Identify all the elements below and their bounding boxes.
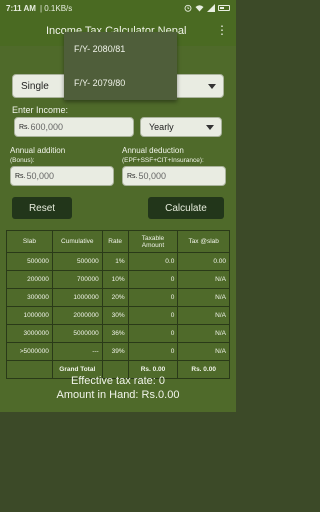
cell-taxable: 0: [127, 324, 179, 343]
header-taxable-amount: Taxable Amount: [127, 230, 179, 253]
cell-cumulative: ---: [51, 342, 103, 361]
cell-cumulative: 700000: [51, 270, 103, 289]
table-row: 3000000 5000000 36% 0 N/A: [6, 324, 230, 343]
addition-prefix: Rs.: [15, 172, 26, 180]
cell-rate: 36%: [101, 324, 129, 343]
cell-taxable: 0: [127, 306, 179, 325]
cell-cumulative: 1000000: [51, 288, 103, 307]
addition-input[interactable]: Rs. 50,000: [10, 166, 114, 186]
period-select[interactable]: Yearly: [140, 117, 222, 137]
deduction-prefix: Rs.: [127, 172, 138, 180]
cell-rate: 10%: [101, 270, 129, 289]
status-bar: 7:11 AM | 0.1KB/s: [0, 0, 236, 16]
cell-rate: 30%: [101, 306, 129, 325]
cell-taxable: 0: [127, 270, 179, 289]
fiscal-year-dropdown: F/Y- 2080/81 F/Y- 2079/80: [64, 32, 177, 100]
cell-tax: N/A: [177, 324, 230, 343]
amount-in-hand: Amount in Hand: Rs.0.00: [56, 389, 180, 401]
period-value: Yearly: [149, 122, 174, 132]
cell-rate: 20%: [101, 288, 129, 307]
fiscal-year-option[interactable]: F/Y- 2080/81: [64, 32, 177, 66]
tax-table: Slab Cumulative Rate Taxable Amount Tax …: [6, 230, 230, 379]
table-header-row: Slab Cumulative Rate Taxable Amount Tax …: [6, 230, 230, 253]
cell-slab: >5000000: [6, 342, 53, 361]
deduction-sublabel: (EPF+SSF+CIT+Insurance):: [122, 157, 204, 164]
deduction-input[interactable]: Rs. 50,000: [122, 166, 226, 186]
cell-slab: 200000: [6, 270, 53, 289]
addition-sublabel: (Bonus):: [10, 157, 35, 164]
header-tax-at-slab: Tax @slab: [177, 230, 230, 253]
chevron-down-icon: [206, 125, 214, 130]
header-slab: Slab: [6, 230, 53, 253]
fiscal-year-option[interactable]: F/Y- 2079/80: [64, 66, 177, 100]
reset-button[interactable]: Reset: [12, 197, 72, 219]
income-input[interactable]: Rs. 600,000: [14, 117, 134, 137]
cell-cumulative: 500000: [51, 252, 103, 271]
addition-label: Annual addition: [10, 146, 66, 155]
cell-slab: 300000: [6, 288, 53, 307]
cell-slab: 3000000: [6, 324, 53, 343]
table-row: 1000000 2000000 30% 0 N/A: [6, 306, 230, 325]
filing-status-value: Single: [21, 80, 49, 92]
table-row: >5000000 --- 39% 0 N/A: [6, 342, 230, 361]
cell-tax: N/A: [177, 288, 230, 307]
cell-cumulative: 2000000: [51, 306, 103, 325]
status-time: 7:11 AM: [6, 3, 36, 13]
calculator-content: Single Enter Income: Rs. 600,000 Yearly …: [0, 46, 236, 412]
table-row: 200000 700000 10% 0 N/A: [6, 270, 230, 289]
cell-tax: 0.00: [177, 252, 230, 271]
cell-taxable: 0: [127, 288, 179, 307]
wifi-icon: [195, 5, 204, 12]
chevron-down-icon: [208, 84, 216, 89]
cell-tax: N/A: [177, 270, 230, 289]
income-value: 600,000: [30, 122, 64, 132]
cell-slab: 1000000: [6, 306, 53, 325]
income-label: Enter Income:: [12, 105, 69, 115]
addition-value: 50,000: [26, 171, 55, 181]
tax-slab-table: Slab Cumulative Rate Taxable Amount Tax …: [6, 230, 230, 379]
calculate-button[interactable]: Calculate: [148, 197, 224, 219]
cell-rate: 1%: [101, 252, 129, 271]
cell-taxable: 0: [127, 342, 179, 361]
alarm-icon: [184, 4, 192, 12]
cell-tax: N/A: [177, 306, 230, 325]
deduction-label: Annual deduction: [122, 146, 184, 155]
income-prefix: Rs.: [19, 123, 30, 131]
cell-rate: 39%: [101, 342, 129, 361]
header-rate: Rate: [101, 230, 129, 253]
overflow-menu-icon[interactable]: ⋮: [216, 24, 228, 36]
status-network-speed: | 0.1KB/s: [39, 3, 73, 13]
status-icons: [184, 4, 230, 12]
cell-slab: 500000: [6, 252, 53, 271]
header-cumulative: Cumulative: [51, 230, 103, 253]
cell-tax: N/A: [177, 342, 230, 361]
table-row: 500000 500000 1% 0.0 0.00: [6, 252, 230, 271]
cell-taxable: 0.0: [127, 252, 179, 271]
signal-icon: [207, 4, 215, 12]
deduction-value: 50,000: [138, 171, 167, 181]
cell-cumulative: 5000000: [51, 324, 103, 343]
bottom-area: [0, 412, 236, 512]
screen: 7:11 AM | 0.1KB/s Income Tax Calculator …: [0, 0, 236, 512]
effective-tax-rate: Effective tax rate: 0: [71, 375, 165, 387]
battery-icon: [218, 5, 230, 11]
table-row: 300000 1000000 20% 0 N/A: [6, 288, 230, 307]
